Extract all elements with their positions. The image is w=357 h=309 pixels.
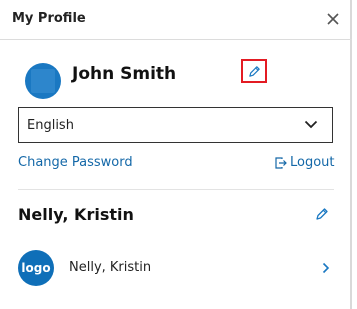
account-name: Nelly, Kristin xyxy=(69,260,152,275)
change-password-link[interactable]: Change Password xyxy=(18,155,133,170)
language-value: English xyxy=(27,118,74,133)
avatar xyxy=(25,63,61,99)
pencil-icon xyxy=(248,65,260,77)
chevron-right-icon xyxy=(322,262,330,274)
logout-link[interactable]: Logout xyxy=(275,155,335,170)
account-list-item[interactable]: logo Nelly, Kristin xyxy=(18,248,334,288)
close-icon xyxy=(327,13,339,25)
page-title: My Profile xyxy=(12,11,86,26)
chevron-down-icon xyxy=(304,120,318,129)
profile-panel: My Profile John Smith English Change Pas… xyxy=(0,0,352,309)
logout-icon xyxy=(275,156,287,169)
avatar-image xyxy=(31,69,55,93)
edit-profile-button[interactable] xyxy=(241,59,267,83)
account-logo: logo xyxy=(18,250,54,286)
panel-header: My Profile xyxy=(0,0,352,40)
close-button[interactable] xyxy=(323,9,343,29)
logo-text: logo xyxy=(21,261,51,275)
logout-label: Logout xyxy=(290,155,335,170)
pencil-icon xyxy=(316,208,328,220)
language-select[interactable]: English xyxy=(18,107,333,143)
user-name: John Smith xyxy=(72,64,177,84)
edit-section-button[interactable] xyxy=(315,206,331,222)
section-title: Nelly, Kristin xyxy=(18,205,134,224)
divider xyxy=(18,189,334,190)
